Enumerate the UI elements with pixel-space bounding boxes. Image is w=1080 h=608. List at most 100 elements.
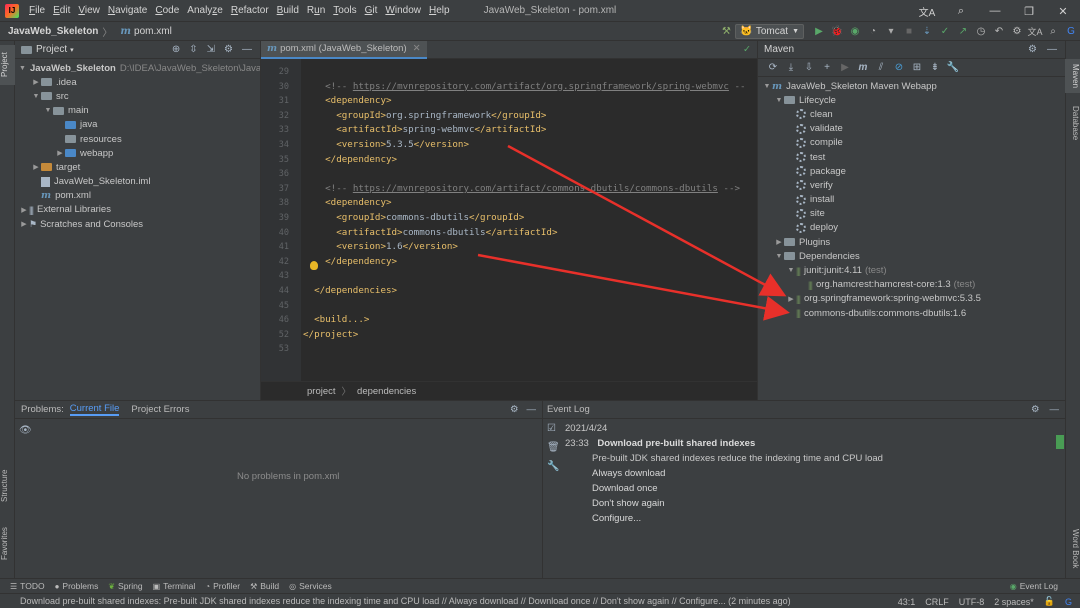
maven-tree-item[interactable]: site — [758, 207, 1065, 221]
code-line[interactable]: <dependency> — [303, 197, 391, 208]
link-dont-show-again[interactable]: Don't show again — [592, 498, 665, 509]
code-line[interactable]: </project> — [303, 329, 358, 340]
menu-window[interactable]: Window — [381, 0, 425, 22]
tool-button-problems[interactable]: ● Problems — [55, 581, 99, 591]
project-side-tab[interactable]: Project — [0, 45, 15, 85]
maven-side-tab[interactable]: Maven — [1065, 59, 1080, 93]
maven-tree-item[interactable]: validate — [758, 122, 1065, 136]
intention-bulb-icon[interactable] — [310, 261, 318, 270]
tool-button-profiler[interactable]: ◔ Profiler — [205, 581, 240, 591]
expand-all-icon[interactable]: ⇳ — [189, 44, 197, 55]
menu-build[interactable]: Build — [273, 0, 303, 22]
repository-link[interactable]: https://mvnrepository.com/artifact/commo… — [353, 183, 718, 194]
maven-tree-item[interactable]: clean — [758, 107, 1065, 121]
chevron-down-icon[interactable]: ▼ — [31, 93, 41, 100]
maven-tree-item[interactable]: test — [758, 150, 1065, 164]
editor-crumb-dependencies[interactable]: dependencies — [357, 386, 416, 397]
menu-run[interactable]: Run — [303, 0, 329, 22]
tool-button-services[interactable]: ◎ Services — [289, 581, 332, 591]
tool-button-build[interactable]: ⚒ Build — [250, 581, 279, 591]
breadcrumb-project[interactable]: JavaWeb_Skeleton — [8, 26, 98, 37]
indent-setting[interactable]: 2 spaces* — [994, 597, 1034, 607]
history-icon[interactable]: ◷ — [972, 26, 990, 37]
line-separator[interactable]: CRLF — [925, 597, 949, 607]
more-run-icon[interactable]: ▾ — [882, 26, 900, 37]
link-always-download[interactable]: Always download — [592, 468, 665, 479]
maven-tree-item[interactable]: ▶ Plugins — [758, 235, 1065, 249]
gear-icon[interactable]: ⚙ — [510, 404, 519, 415]
hide-panel-icon[interactable]: — — [1050, 404, 1060, 415]
favorites-side-tab[interactable]: Favorites — [0, 521, 15, 566]
maven-tree-item[interactable]: deploy — [758, 221, 1065, 235]
settings-icon[interactable]: ⚙ — [1008, 26, 1026, 37]
tab-current-file[interactable]: Current File — [69, 403, 120, 416]
chevron-right-icon[interactable]: ▶ — [31, 78, 41, 86]
collapse-icon[interactable]: ⇟ — [926, 62, 944, 73]
tool-button-event-log[interactable]: ◉ Event Log — [1010, 581, 1058, 591]
code-line[interactable]: </dependency> — [303, 154, 397, 165]
code-line[interactable]: <artifactId>spring-webmvc</artifactId> — [303, 124, 546, 135]
project-tree-item[interactable]: ▼ main — [15, 104, 260, 118]
chevron-down-icon[interactable]: ▼ — [774, 97, 784, 104]
restore-button[interactable]: ❐ — [1012, 5, 1046, 18]
maven-tree-item[interactable]: ▶ ||| org.springframework:spring-webmvc:5.… — [758, 292, 1065, 306]
status-message[interactable]: Download pre-built shared indexes: Pre-b… — [20, 596, 791, 606]
repository-link[interactable]: https://mvnrepository.com/artifact/org.s… — [353, 81, 729, 92]
code-line[interactable]: <!-- https://mvnrepository.com/artifact/… — [303, 183, 740, 194]
execute-goal-icon[interactable]: m — [854, 62, 872, 73]
code-line[interactable]: <artifactId>commons-dbutils</artifactId> — [303, 227, 557, 238]
chevron-down-icon[interactable]: ▼ — [762, 83, 772, 90]
chevron-down-icon[interactable]: ▼ — [774, 253, 784, 260]
chevron-right-icon[interactable]: ▶ — [19, 220, 29, 228]
code-line[interactable]: <!-- https://mvnrepository.com/artifact/… — [303, 81, 745, 92]
maven-tree-item[interactable]: ||| org.hamcrest:hamcrest-core:1.3 (test) — [758, 278, 1065, 292]
git-update-icon[interactable]: ⇣ — [918, 26, 936, 37]
inspection-ok-icon[interactable]: ✓ — [743, 44, 751, 55]
minimize-button[interactable]: — — [978, 5, 1012, 17]
lock-icon[interactable]: 🔓 — [1044, 596, 1055, 607]
wrench-icon[interactable]: 🔧 — [944, 62, 962, 73]
chevron-down-icon[interactable]: ▼ — [43, 107, 53, 114]
reload-icon[interactable]: ⟳ — [764, 62, 782, 73]
translate-toolbar-icon[interactable]: 文A — [1026, 25, 1044, 38]
run-configuration-select[interactable]: 🐱 Tomcat ▼ — [735, 24, 804, 39]
structure-side-tab[interactable]: Structure — [0, 461, 15, 511]
tab-pom-xml[interactable]: m pom.xml (JavaWeb_Skeleton) ✕ — [261, 40, 427, 59]
coverage-icon[interactable]: ◉ — [846, 26, 864, 37]
menu-edit[interactable]: Edit — [49, 0, 74, 22]
project-tree-item[interactable]: m pom.xml — [15, 189, 260, 203]
chevron-down-icon[interactable]: ▾ — [70, 46, 74, 54]
close-button[interactable]: ✕ — [1046, 5, 1080, 18]
tool-button-todo[interactable]: ☰ TODO — [10, 581, 45, 591]
toggle-offline-icon[interactable]: ⫽ — [872, 62, 890, 73]
project-tree-item[interactable]: ▶ target — [15, 160, 260, 174]
code-line[interactable]: <groupId>commons-dbutils</groupId> — [303, 212, 524, 223]
file-encoding[interactable]: UTF-8 — [959, 597, 985, 607]
search-icon[interactable]: ⌕ — [1044, 26, 1062, 37]
project-tree-item[interactable]: ▼ src — [15, 89, 260, 103]
maven-tree-item[interactable]: verify — [758, 178, 1065, 192]
project-tree-item[interactable]: ▶ ⚑ Scratches and Consoles — [15, 217, 260, 231]
code-line[interactable]: <build...> — [303, 314, 369, 325]
trash-icon[interactable]: 🗑 — [547, 442, 560, 453]
download-sources-icon[interactable]: ⇩ — [800, 62, 818, 73]
show-dependencies-icon[interactable]: ⊞ — [908, 62, 926, 73]
project-tree-item[interactable]: ▶ ||| External Libraries — [15, 203, 260, 217]
editor-crumb-project[interactable]: project — [307, 386, 336, 397]
maven-tree-item[interactable]: ||| commons-dbutils:commons-dbutils:1.6 — [758, 306, 1065, 320]
menu-analyze[interactable]: Analyze — [183, 0, 227, 22]
code-line[interactable]: <version>5.3.5</version> — [303, 139, 469, 150]
chevron-right-icon[interactable]: ▶ — [31, 163, 41, 171]
gear-icon[interactable]: ⚙ — [224, 44, 233, 55]
chevron-right-icon[interactable]: ▶ — [786, 295, 796, 303]
reimport-icon[interactable]: ⤓ — [782, 62, 800, 73]
eye-icon[interactable]: 👁 — [19, 425, 32, 436]
word-book-side-tab[interactable]: Word Book — [1065, 523, 1080, 575]
hide-panel-icon[interactable]: — — [242, 44, 252, 55]
code-line[interactable]: <version>1.6</version> — [303, 241, 458, 252]
add-icon[interactable]: + — [818, 62, 836, 73]
intellij-logo-icon[interactable]: IJ — [5, 3, 19, 18]
chevron-right-icon[interactable]: ▶ — [19, 206, 29, 214]
maven-tree-item[interactable]: ▼ Lifecycle — [758, 93, 1065, 107]
chevron-right-icon[interactable]: ▶ — [774, 238, 784, 246]
